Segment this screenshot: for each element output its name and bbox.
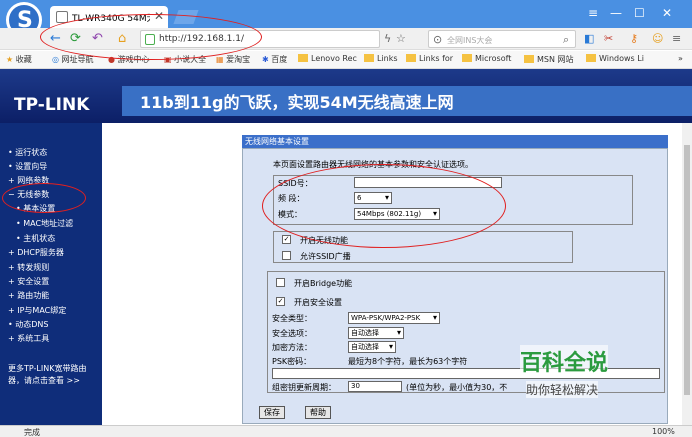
- zoom-level[interactable]: 100%: [652, 427, 675, 436]
- globe-icon: ◎: [52, 55, 59, 64]
- sidebar-item-system-tools[interactable]: + 系统工具: [8, 333, 49, 344]
- folder-icon: [586, 54, 596, 62]
- bookmark-taobao[interactable]: ▦ 爱淘宝: [216, 54, 250, 65]
- psk-hint: 最短为8个字符，最长为63个字符: [348, 357, 468, 366]
- enable-security-checkbox[interactable]: ✓: [276, 297, 285, 306]
- watermark-subtitle: 助你轻松解决: [526, 381, 599, 398]
- enable-bridge-label: 开启Bridge功能: [294, 279, 353, 288]
- bookmark-lenovo[interactable]: Lenovo Rec: [298, 54, 357, 63]
- folder-icon: [524, 55, 534, 63]
- encrypt-select[interactable]: 自动选择: [348, 341, 396, 353]
- security-type-label: 安全类型：: [272, 314, 312, 323]
- bookmark-baidu[interactable]: ✱ 百度: [262, 54, 287, 65]
- shop-icon: ▦: [216, 55, 224, 64]
- status-bar: 完成 100%: [0, 425, 692, 437]
- bookmarks-more-icon[interactable]: »: [678, 54, 683, 63]
- bookmark-favorites[interactable]: ★ 收藏: [6, 54, 32, 65]
- sidebar-help-link[interactable]: 更多TP-LINK宽带路由器，请点击查看 >>: [8, 363, 98, 387]
- lightning-icon[interactable]: ϟ: [384, 32, 391, 45]
- watermark-title: 百科全说: [520, 345, 609, 377]
- sidebar-item-ddns[interactable]: • 动态DNS: [8, 319, 49, 330]
- minimize-icon[interactable]: —: [610, 6, 622, 20]
- allow-ssid-label: 允许SSID广播: [300, 252, 351, 261]
- enable-bridge-checkbox[interactable]: [276, 278, 285, 287]
- bookmark-microsoft[interactable]: Microsoft: [462, 54, 511, 63]
- annotation-url-circle: [40, 14, 262, 60]
- close-icon[interactable]: ✕: [662, 6, 672, 20]
- security-type-select[interactable]: WPA-PSK/WPA2-PSK: [348, 312, 440, 324]
- bookmark-msn[interactable]: MSN 网站: [524, 54, 574, 65]
- rekey-hint: (单位为秒，最小值为30，不: [406, 383, 508, 392]
- bookmark-links[interactable]: Links: [364, 54, 398, 63]
- bookmark-links-for[interactable]: Links for: [406, 54, 453, 63]
- scissors-icon[interactable]: ✂: [604, 32, 613, 45]
- extension-icon[interactable]: ◧: [584, 32, 594, 45]
- sidebar-item-mac-filter[interactable]: • MAC地址过滤: [16, 218, 73, 229]
- tp-link-logo: TP-LINK: [14, 95, 90, 115]
- encrypt-label: 加密方法：: [272, 343, 312, 352]
- search-engine-icon: ⊙: [433, 33, 443, 46]
- menu-icon[interactable]: ≡: [588, 6, 598, 20]
- router-sidebar: • 运行状态 • 设置向导 + 网络参数 − 无线参数 • 基本设置 • MAC…: [0, 123, 102, 425]
- sidebar-item-ip-mac[interactable]: + IP与MAC绑定: [8, 305, 66, 316]
- star-icon[interactable]: ☆: [396, 32, 406, 45]
- panel-title: 无线网络基本设置: [242, 135, 668, 148]
- security-option-select[interactable]: 自动选择: [348, 327, 404, 339]
- enable-wireless-checkbox[interactable]: ✓: [282, 235, 291, 244]
- sidebar-item-status[interactable]: • 运行状态: [8, 147, 47, 158]
- status-text: 完成: [24, 428, 40, 437]
- search-placeholder: 全网INS大会: [447, 36, 493, 45]
- enable-security-label: 开启安全设置: [294, 298, 342, 307]
- maximize-icon[interactable]: ☐: [634, 6, 645, 20]
- folder-icon: [364, 54, 374, 62]
- sidebar-item-wizard[interactable]: • 设置向导: [8, 161, 47, 172]
- folder-icon: [298, 54, 308, 62]
- security-option-label: 安全选项：: [272, 329, 312, 338]
- psk-label: PSK密码：: [272, 357, 312, 366]
- sidebar-item-dhcp[interactable]: + DHCP服务器: [8, 247, 64, 258]
- help-button[interactable]: 帮助: [305, 406, 331, 419]
- key-icon[interactable]: ⚷: [630, 32, 638, 45]
- rekey-label: 组密钥更新周期：: [272, 383, 336, 392]
- search-input[interactable]: ⊙ 全网INS大会 ⌕: [428, 30, 576, 48]
- save-button[interactable]: 保存: [259, 406, 285, 419]
- star-icon: ★: [6, 55, 14, 64]
- allow-ssid-checkbox[interactable]: [282, 251, 291, 260]
- scrollbar-thumb[interactable]: [684, 145, 690, 395]
- sidebar-item-routing[interactable]: + 路由功能: [8, 290, 49, 301]
- folder-icon: [462, 54, 472, 62]
- bookmark-windows[interactable]: Windows Li: [586, 54, 644, 63]
- smile-icon[interactable]: ☺: [652, 32, 663, 45]
- search-icon[interactable]: ⌕: [563, 33, 569, 47]
- sidebar-item-security[interactable]: + 安全设置: [8, 276, 49, 287]
- rekey-input[interactable]: 30: [348, 381, 402, 392]
- vertical-scrollbar[interactable]: [682, 123, 692, 425]
- more-icon[interactable]: ≡: [672, 32, 681, 45]
- annotation-form-circle: [262, 164, 506, 248]
- folder-icon: [406, 54, 416, 62]
- annotation-sidebar-circle: [2, 183, 86, 213]
- banner-slogan: 11b到11g的飞跃，实现54M无线高速上网: [140, 93, 454, 112]
- sidebar-item-forwarding[interactable]: + 转发规则: [8, 262, 49, 273]
- router-banner: TP-LINK 11b到11g的飞跃，实现54M无线高速上网: [0, 69, 692, 123]
- sidebar-item-host-status[interactable]: • 主机状态: [16, 233, 55, 244]
- paw-icon: ✱: [262, 55, 269, 64]
